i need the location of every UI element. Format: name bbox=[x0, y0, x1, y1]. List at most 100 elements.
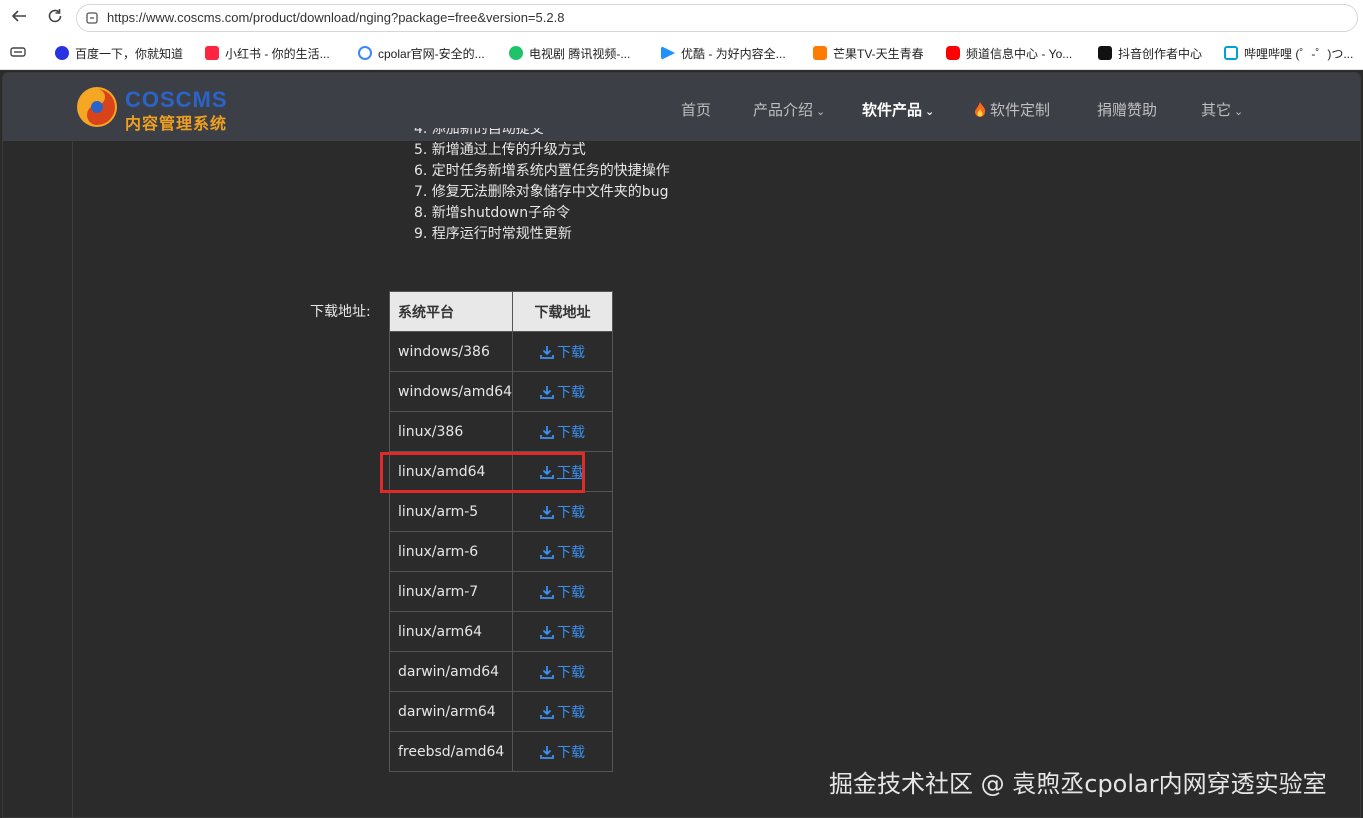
download-icon bbox=[540, 385, 554, 399]
browser-toolbar: https://www.coscms.com/product/download/… bbox=[0, 0, 1363, 36]
bookmark-item[interactable]: 芒果TV-天生青春 bbox=[813, 45, 924, 63]
table-row: windows/amd64 下载 bbox=[388, 371, 614, 412]
site-header: COSCMS 内容管理系统 首页 产品介绍 ⌄ 软件产品 ⌄ 软件定制 捐赠赞助 其… bbox=[3, 73, 1360, 141]
content-divider bbox=[72, 141, 73, 818]
xiaohongshu-icon bbox=[205, 46, 219, 60]
bookmark-item[interactable]: 抖音创作者中心 bbox=[1098, 45, 1202, 63]
changelog-item: 8. 新增shutdown子命令 bbox=[414, 205, 571, 221]
bilibili-icon bbox=[1224, 46, 1238, 60]
page-viewport: COSCMS 内容管理系统 首页 产品介绍 ⌄ 软件产品 ⌄ 软件定制 捐赠赞助 其… bbox=[0, 70, 1363, 818]
table-header-row: 系统平台 下载地址 bbox=[388, 291, 614, 332]
table-row: darwin/arm64 下载 bbox=[388, 691, 614, 732]
nav-donate[interactable]: 捐赠赞助 bbox=[1097, 99, 1157, 120]
download-link[interactable]: 下载 bbox=[512, 691, 614, 732]
chevron-down-icon: ⌄ bbox=[1234, 105, 1244, 118]
nav-custom-software[interactable]: 软件定制 bbox=[974, 99, 1050, 120]
changelog-item: 9. 程序运行时常规性更新 bbox=[414, 226, 572, 242]
address-bar[interactable]: https://www.coscms.com/product/download/… bbox=[76, 4, 1358, 32]
download-link-text[interactable]: 下载 bbox=[557, 665, 585, 681]
bookmark-item[interactable]: 百度一下，你就知道 bbox=[55, 45, 183, 63]
download-icon bbox=[540, 705, 554, 719]
download-icon bbox=[540, 505, 554, 519]
flame-icon bbox=[975, 102, 986, 117]
bookmark-item[interactable]: 哔哩哔哩 (゜-゜)つ... bbox=[1224, 45, 1353, 63]
table-row: linux/386 下载 bbox=[388, 411, 614, 452]
logo-text-cn: 内容管理系统 bbox=[125, 114, 228, 133]
watermark: 掘金技术社区 @ 袁煦丞cpolar内网穿透实验室 bbox=[829, 770, 1327, 798]
table-row: darwin/amd64 下载 bbox=[388, 651, 614, 692]
changelog-item: 6. 定时任务新增系统内置任务的快捷操作 bbox=[414, 163, 670, 179]
download-link-text[interactable]: 下载 bbox=[557, 505, 585, 521]
url-text[interactable]: https://www.coscms.com/product/download/… bbox=[107, 10, 564, 25]
download-link-text[interactable]: 下载 bbox=[557, 745, 585, 761]
table-row: linux/arm-6 下载 bbox=[388, 531, 614, 572]
bookmark-item[interactable]: 频道信息中心 - Yo... bbox=[946, 45, 1072, 63]
download-icon bbox=[540, 745, 554, 759]
changelog-item: 4. 添加新的自动提交 bbox=[414, 128, 544, 137]
bookmark-item[interactable]: cpolar官网-安全的... bbox=[358, 45, 485, 63]
youku-icon bbox=[661, 46, 675, 60]
douyin-icon bbox=[1098, 46, 1112, 60]
download-link-text[interactable]: 下载 bbox=[557, 625, 585, 641]
nav-home[interactable]: 首页 bbox=[681, 99, 711, 120]
platform-cell: linux/arm-5 bbox=[388, 491, 514, 532]
changelog-list: 4. 添加新的自动提交 5. 新增通过上传的升级方式 6. 定时任务新增系统内置… bbox=[414, 128, 670, 245]
download-link-text[interactable]: 下载 bbox=[557, 545, 585, 561]
tencent-video-icon bbox=[509, 46, 523, 60]
platform-cell: darwin/amd64 bbox=[388, 651, 514, 692]
cpolar-icon bbox=[358, 46, 372, 60]
table-row: linux/arm-5 下载 bbox=[388, 491, 614, 532]
nav-product-intro[interactable]: 产品介绍 ⌄ bbox=[753, 99, 825, 120]
site-info-icon[interactable] bbox=[85, 11, 99, 25]
platform-cell: windows/386 bbox=[388, 331, 514, 372]
download-link[interactable]: 下载 bbox=[512, 411, 614, 452]
download-link[interactable]: 下载 bbox=[512, 491, 614, 532]
download-link[interactable]: 下载 bbox=[512, 571, 614, 612]
download-link-text[interactable]: 下载 bbox=[557, 585, 585, 601]
download-icon bbox=[540, 585, 554, 599]
platform-cell: linux/arm64 bbox=[388, 611, 514, 652]
platform-cell: freebsd/amd64 bbox=[388, 731, 514, 772]
download-link[interactable]: 下载 bbox=[512, 371, 614, 412]
download-link[interactable]: 下载 bbox=[512, 331, 614, 372]
download-label: 下载地址: bbox=[310, 304, 371, 320]
column-header-platform: 系统平台 bbox=[388, 291, 514, 332]
site-logo[interactable]: COSCMS 内容管理系统 bbox=[75, 85, 255, 133]
download-link-text[interactable]: 下载 bbox=[557, 705, 585, 721]
nav-other[interactable]: 其它 ⌄ bbox=[1201, 99, 1243, 120]
download-link-text[interactable]: 下载 bbox=[557, 425, 585, 441]
download-link[interactable]: 下载 bbox=[512, 611, 614, 652]
tab-search-icon[interactable] bbox=[10, 45, 26, 63]
platform-cell: windows/amd64 bbox=[388, 371, 514, 412]
download-link-text[interactable]: 下载 bbox=[557, 345, 585, 361]
download-icon bbox=[540, 345, 554, 359]
nav-software-products[interactable]: 软件产品 ⌄ bbox=[862, 99, 934, 120]
download-icon bbox=[540, 545, 554, 559]
chevron-down-icon: ⌄ bbox=[816, 105, 826, 118]
changelog-item: 5. 新增通过上传的升级方式 bbox=[414, 142, 586, 158]
platform-cell: darwin/arm64 bbox=[388, 691, 514, 732]
download-icon bbox=[540, 625, 554, 639]
download-link-text[interactable]: 下载 bbox=[557, 385, 585, 401]
download-table: 系统平台 下载地址 windows/386 下载 windows/amd64 下载 li… bbox=[388, 291, 614, 772]
table-row: freebsd/amd64 下载 bbox=[388, 731, 614, 772]
download-link[interactable]: 下载 bbox=[512, 731, 614, 772]
download-icon bbox=[540, 665, 554, 679]
download-icon bbox=[540, 425, 554, 439]
table-row: linux/arm-7 下载 bbox=[388, 571, 614, 612]
bookmark-item[interactable]: 小红书 - 你的生活... bbox=[205, 45, 330, 63]
platform-cell: linux/arm-6 bbox=[388, 531, 514, 572]
download-link[interactable]: 下载 bbox=[512, 651, 614, 692]
back-arrow-icon[interactable] bbox=[8, 7, 30, 29]
baidu-icon bbox=[55, 46, 69, 60]
highlight-box bbox=[380, 452, 585, 493]
reload-icon[interactable] bbox=[44, 7, 66, 29]
bookmark-item[interactable]: 优酷 - 为好内容全... bbox=[661, 45, 786, 63]
chevron-down-icon: ⌄ bbox=[925, 105, 935, 118]
youtube-icon bbox=[946, 46, 960, 60]
column-header-download: 下载地址 bbox=[512, 291, 614, 332]
page-frame bbox=[2, 72, 1361, 818]
bookmark-item[interactable]: 电视剧 腾讯视频-... bbox=[509, 45, 630, 63]
download-link[interactable]: 下载 bbox=[512, 531, 614, 572]
logo-swirl-icon bbox=[77, 87, 117, 127]
